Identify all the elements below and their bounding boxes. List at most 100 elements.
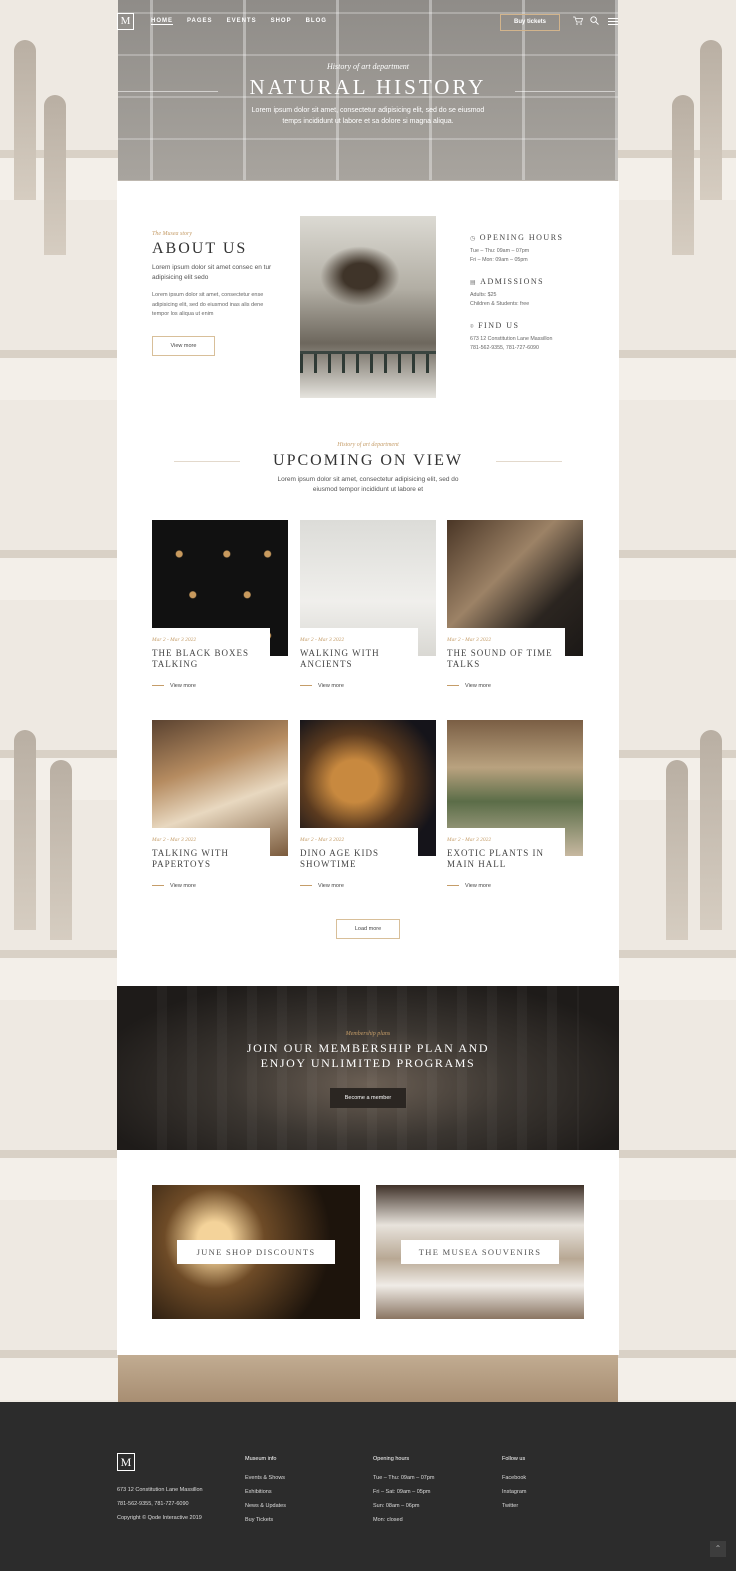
footer-hours-line: Tue – Thu: 09am – 07pm [373,1475,435,1481]
event-card[interactable]: Mar 2 - Mar 3 2022 EXOTIC PLANTS IN MAIN… [447,720,583,900]
footer-link[interactable]: Exhibitions [245,1485,286,1499]
footer-phone: 781-562-9355, 781-727-6090 [117,1501,189,1507]
site-logo[interactable]: M [117,13,134,30]
nav-item-pages[interactable]: Pages [187,18,213,25]
about-view-more-button[interactable]: View more [152,336,215,356]
upcoming-description-line: Lorem ipsum dolor sit amet, consectetur … [277,476,459,483]
opening-hours-line: Tue – Thu: 09am – 07pm [470,248,530,254]
about-title: ABOUT US [152,240,248,257]
menu-icon[interactable] [608,16,618,27]
event-image[interactable] [447,520,583,656]
footer-museum-info: Museum info Events & Shows Exhibitions N… [245,1452,286,1527]
event-card[interactable]: Mar 2 - Mar 3 2022 DINO AGE KIDS SHOWTIM… [300,720,436,900]
railing-decor [300,351,436,373]
content-card: The Musea story ABOUT US Lorem ipsum dol… [117,181,619,1355]
event-view-more-link[interactable]: View more [152,683,196,689]
event-image[interactable] [152,520,288,656]
upcoming-title: UPCOMING ON VIEW [273,452,463,469]
event-image[interactable] [300,720,436,856]
promo-card-souvenirs[interactable]: THE MUSEA SOUVENIRS [376,1185,584,1319]
arch-decor [14,730,36,930]
opening-hours: ◷ OPENING HOURS Tue – Thu: 09am – 07pm Fr… [470,233,563,265]
site-footer: M 673 12 Constitution Lane Massillon 781… [0,1402,736,1571]
find-us-title: FIND US [478,321,520,330]
event-title[interactable]: THE BLACK BOXES TALKING [152,648,270,670]
nav-item-events[interactable]: Events [227,18,257,25]
back-to-top-icon[interactable]: ⌃ [710,1541,726,1557]
promo-label[interactable]: THE MUSEA SOUVENIRS [401,1240,559,1264]
event-date: Mar 2 - Mar 3 2022 [152,637,197,643]
event-view-more-label[interactable]: View more [465,883,491,889]
event-view-more-label[interactable]: View more [170,683,196,689]
event-view-more-label[interactable]: View more [318,683,344,689]
hero-title: NATURAL HISTORY [249,75,487,99]
event-date: Mar 2 - Mar 3 2022 [300,837,345,843]
nav-item-shop[interactable]: Shop [271,18,292,25]
event-card[interactable]: Mar 2 - Mar 3 2022 THE SOUND OF TIME TAL… [447,520,583,700]
footer-link[interactable]: Events & Shows [245,1471,286,1485]
upcoming-description: Lorem ipsum dolor sit amet, consectetur … [117,475,619,495]
event-date: Mar 2 - Mar 3 2022 [447,637,492,643]
dinosaur-skeleton-decor [320,246,400,306]
membership-title: JOIN OUR MEMBERSHIP PLAN AND ENJOY UNLIM… [117,1041,619,1071]
arch-decor [50,760,72,940]
arch-decor [700,730,722,930]
main-nav: Home Pages Events Shop Blog [151,18,327,25]
membership-title-line: ENJOY UNLIMITED PROGRAMS [260,1056,476,1070]
promo-card-shop-discounts[interactable]: JUNE SHOP DISCOUNTS [152,1185,360,1319]
nav-item-home[interactable]: Home [151,18,173,25]
find-us-phone: 781-562-9355, 781-727-6090 [470,345,539,351]
event-view-more-label[interactable]: View more [318,883,344,889]
clock-icon: ◷ [470,235,477,242]
footer-hours-line: Sun: 08am – 06pm [373,1503,420,1509]
footer-column-title: Museum info [245,1456,277,1462]
load-more-button[interactable]: Load more [336,919,400,939]
footer-contact: 673 12 Constitution Lane Massillon 781-5… [117,1483,203,1525]
event-image[interactable] [447,720,583,856]
event-view-more-link[interactable]: View more [447,683,491,689]
footer-social-twitter[interactable]: Twitter [502,1499,526,1513]
footer-social-facebook[interactable]: Facebook [502,1471,526,1485]
membership-kicker: Membership plans [345,1031,391,1037]
footer-column-title: Opening hours [373,1456,410,1462]
event-view-more-link[interactable]: View more [300,683,344,689]
event-title[interactable]: DINO AGE KIDS SHOWTIME [300,848,418,870]
event-card[interactable]: Mar 2 - Mar 3 2022 WALKING WITH ANCIENTS… [300,520,436,700]
promo-label[interactable]: JUNE SHOP DISCOUNTS [177,1240,335,1264]
event-card[interactable]: Mar 2 - Mar 3 2022 TALKING WITH PAPERTOY… [152,720,288,900]
admissions-line: Children & Students: free [470,301,530,307]
footer-column-title: Follow us [502,1456,526,1462]
event-date: Mar 2 - Mar 3 2022 [447,837,492,843]
event-title[interactable]: TALKING WITH PAPERTOYS [152,848,270,870]
hero: History of art department NATURAL HISTOR… [0,62,736,127]
event-image[interactable] [300,520,436,656]
event-date: Mar 2 - Mar 3 2022 [300,637,345,643]
event-image[interactable] [152,720,288,856]
event-title[interactable]: WALKING WITH ANCIENTS [300,648,418,670]
event-view-more-label[interactable]: View more [465,683,491,689]
hero-kicker: History of art department [327,62,409,71]
footer-hours-line: Fri – Sat: 09am – 05pm [373,1489,431,1495]
event-view-more-link[interactable]: View more [300,883,344,889]
event-view-more-link[interactable]: View more [152,883,196,889]
admissions: ▤ ADMISSIONS Adults: $25 Children & Stude… [470,277,544,309]
become-member-button[interactable]: Become a member [330,1088,406,1108]
admissions-line: Adults: $25 [470,292,497,298]
event-view-more-link[interactable]: View more [447,883,491,889]
footer-link[interactable]: News & Updates [245,1499,286,1513]
about-kicker: The Musea story [152,231,192,237]
membership-title-line: JOIN OUR MEMBERSHIP PLAN AND [246,1041,490,1055]
event-card[interactable]: Mar 2 - Mar 3 2022 THE BLACK BOXES TALKI… [152,520,288,700]
footer-follow-us: Follow us Facebook Instagram Twitter [502,1452,526,1513]
footer-social-instagram[interactable]: Instagram [502,1485,526,1499]
event-title[interactable]: EXOTIC PLANTS IN MAIN HALL [447,848,565,870]
event-view-more-label[interactable]: View more [170,883,196,889]
nav-item-blog[interactable]: Blog [306,18,327,25]
cart-icon[interactable] [573,16,584,27]
search-icon[interactable] [590,16,599,27]
event-title[interactable]: THE SOUND OF TIME TALKS [447,648,565,670]
footer-logo[interactable]: M [117,1453,135,1471]
buy-tickets-button[interactable]: Buy tickets [500,14,560,31]
about-body: Lorem ipsum dolor sit amet, consectetur … [152,292,264,317]
footer-link[interactable]: Buy Tickets [245,1513,286,1527]
